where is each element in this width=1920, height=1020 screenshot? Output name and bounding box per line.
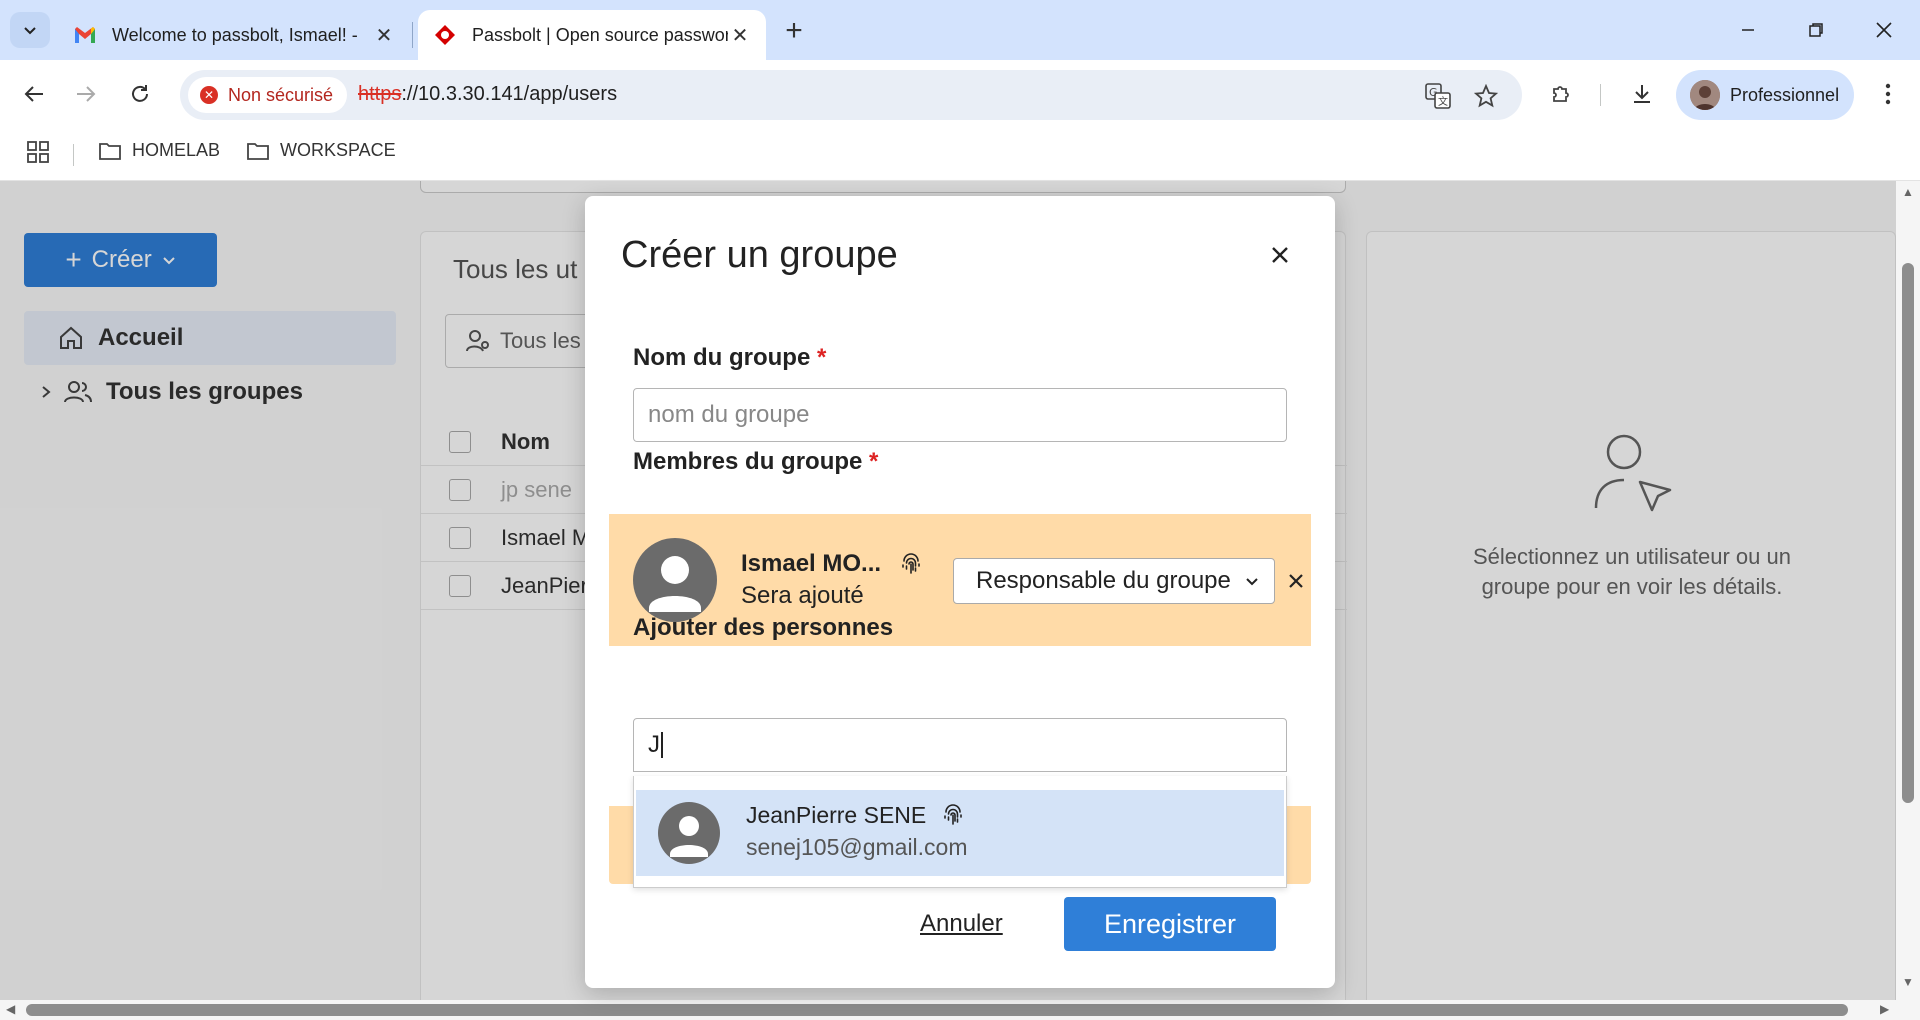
reload-icon: [132, 85, 148, 102]
back-button[interactable]: [14, 74, 54, 114]
tab-passbolt[interactable]: Passbolt | Open source passwor ✕: [418, 10, 766, 60]
scrollbar-thumb[interactable]: [1902, 263, 1914, 803]
tab-separator: [412, 22, 413, 48]
security-chip[interactable]: ✕ Non sécurisé: [188, 77, 348, 113]
address-bar[interactable]: ✕ Non sécurisé https://10.3.30.141/app/u…: [180, 70, 1522, 120]
security-label: Non sécurisé: [228, 84, 334, 105]
url-text[interactable]: https://10.3.30.141/app/users: [358, 83, 617, 106]
suggestion-name: JeanPierre SENE: [746, 802, 927, 828]
chevron-down-icon: [1245, 574, 1259, 588]
profile-button[interactable]: Professionnel: [1676, 70, 1854, 120]
passbolt-icon: [432, 22, 458, 48]
tab-search-button[interactable]: [10, 12, 50, 48]
profile-label: Professionnel: [1730, 84, 1840, 105]
tab-bar: Welcome to passbolt, Ismael! - ✕ Passbol…: [0, 0, 1920, 60]
gmail-icon: [72, 22, 98, 48]
save-button[interactable]: Enregistrer: [1064, 897, 1276, 951]
folder-icon: [247, 142, 269, 160]
bookmark-label: WORKSPACE: [280, 140, 396, 160]
add-people-label: Ajouter des personnes: [633, 614, 894, 641]
svg-text:文: 文: [1438, 95, 1448, 108]
close-icon[interactable]: ✕: [372, 23, 396, 48]
url-path: ://10.3.30.141/app/users: [401, 83, 618, 105]
avatar: [1690, 80, 1720, 110]
group-name-label: Nom du groupe *: [633, 344, 826, 372]
close-icon: [1876, 22, 1892, 38]
remove-member-icon[interactable]: [1285, 570, 1307, 592]
new-tab-button[interactable]: +: [776, 14, 812, 50]
bookmarks-bar: HOMELAB WORKSPACE: [0, 128, 1920, 181]
bookmark-label: HOMELAB: [132, 140, 221, 160]
member-status: Sera ajouté: [741, 582, 864, 609]
add-people-value: J: [648, 731, 660, 758]
restore-button[interactable]: [1786, 8, 1846, 52]
minimize-button[interactable]: [1718, 8, 1778, 52]
tab-gmail[interactable]: Welcome to passbolt, Ismael! - ✕: [58, 10, 410, 60]
url-protocol: https: [358, 83, 402, 105]
bookmark-workspace[interactable]: WORKSPACE: [246, 140, 396, 161]
download-icon[interactable]: [1622, 74, 1662, 114]
fingerprint-icon[interactable]: [899, 552, 923, 576]
required-mark: *: [817, 344, 827, 371]
scroll-down-icon[interactable]: ▼: [1902, 975, 1914, 989]
member-name: Ismael MO...: [741, 550, 882, 577]
extensions-icon[interactable]: [1542, 74, 1582, 114]
scroll-right-icon[interactable]: ▶: [1880, 1002, 1889, 1016]
toolbar: ✕ Non sécurisé https://10.3.30.141/app/u…: [0, 60, 1920, 128]
role-select[interactable]: Responsable du groupe: [953, 558, 1275, 604]
avatar: [633, 538, 717, 622]
vertical-scrollbar[interactable]: ▲ ▼: [1896, 181, 1920, 1001]
tab-title: Passbolt | Open source passwor: [472, 24, 728, 45]
group-name-input[interactable]: nom du groupe: [633, 388, 1287, 442]
add-people-input[interactable]: J: [633, 718, 1287, 772]
close-icon[interactable]: ✕: [728, 23, 752, 48]
close-window-button[interactable]: [1854, 8, 1914, 52]
minimize-icon: [1742, 29, 1754, 31]
suggestion-email: senej105@gmail.com: [746, 834, 968, 860]
group-name-label-text: Nom du groupe: [633, 344, 811, 371]
menu-icon[interactable]: [1870, 74, 1906, 114]
forward-button[interactable]: [66, 74, 106, 114]
suggestion-name-line: JeanPierre SENE: [746, 802, 965, 829]
cancel-button[interactable]: Annuler: [920, 910, 1003, 938]
scroll-left-icon[interactable]: ◀: [6, 1002, 15, 1016]
close-icon[interactable]: [1263, 238, 1297, 272]
required-mark: *: [869, 448, 879, 475]
folder-icon: [99, 142, 121, 160]
role-select-value: Responsable du groupe: [976, 567, 1231, 594]
bookmark-separator: [73, 144, 74, 166]
group-name-placeholder: nom du groupe: [648, 401, 810, 428]
bookmark-homelab[interactable]: HOMELAB: [98, 140, 220, 161]
horizontal-scrollbar[interactable]: ◀ ▶: [0, 1000, 1920, 1020]
arrow-left-icon: [24, 86, 43, 102]
toolbar-separator: [1600, 84, 1601, 106]
autocomplete-dropdown: JeanPierre SENE senej105@gmail.com: [633, 776, 1287, 888]
scrollbar-thumb[interactable]: [26, 1004, 1848, 1016]
chevron-down-icon: [24, 27, 36, 35]
star-icon[interactable]: [1472, 82, 1500, 110]
warning-icon: ✕: [200, 86, 218, 104]
dialog-title: Créer un groupe: [621, 234, 898, 276]
translate-icon[interactable]: G文: [1424, 82, 1452, 110]
autocomplete-item[interactable]: JeanPierre SENE senej105@gmail.com: [636, 790, 1284, 876]
apps-grid-icon[interactable]: [26, 140, 50, 169]
text-caret: [661, 732, 663, 758]
reload-button[interactable]: [120, 74, 160, 114]
arrow-right-icon: [77, 86, 96, 102]
fingerprint-icon: [943, 804, 962, 825]
scroll-up-icon[interactable]: ▲: [1902, 185, 1914, 199]
group-members-label: Membres du groupe *: [633, 448, 878, 476]
avatar: [658, 802, 720, 864]
tab-title: Welcome to passbolt, Ismael! -: [112, 24, 358, 45]
group-members-label-text: Membres du groupe: [633, 448, 863, 475]
browser-chrome: Welcome to passbolt, Ismael! - ✕ Passbol…: [0, 0, 1920, 181]
restore-icon: [1809, 23, 1823, 37]
